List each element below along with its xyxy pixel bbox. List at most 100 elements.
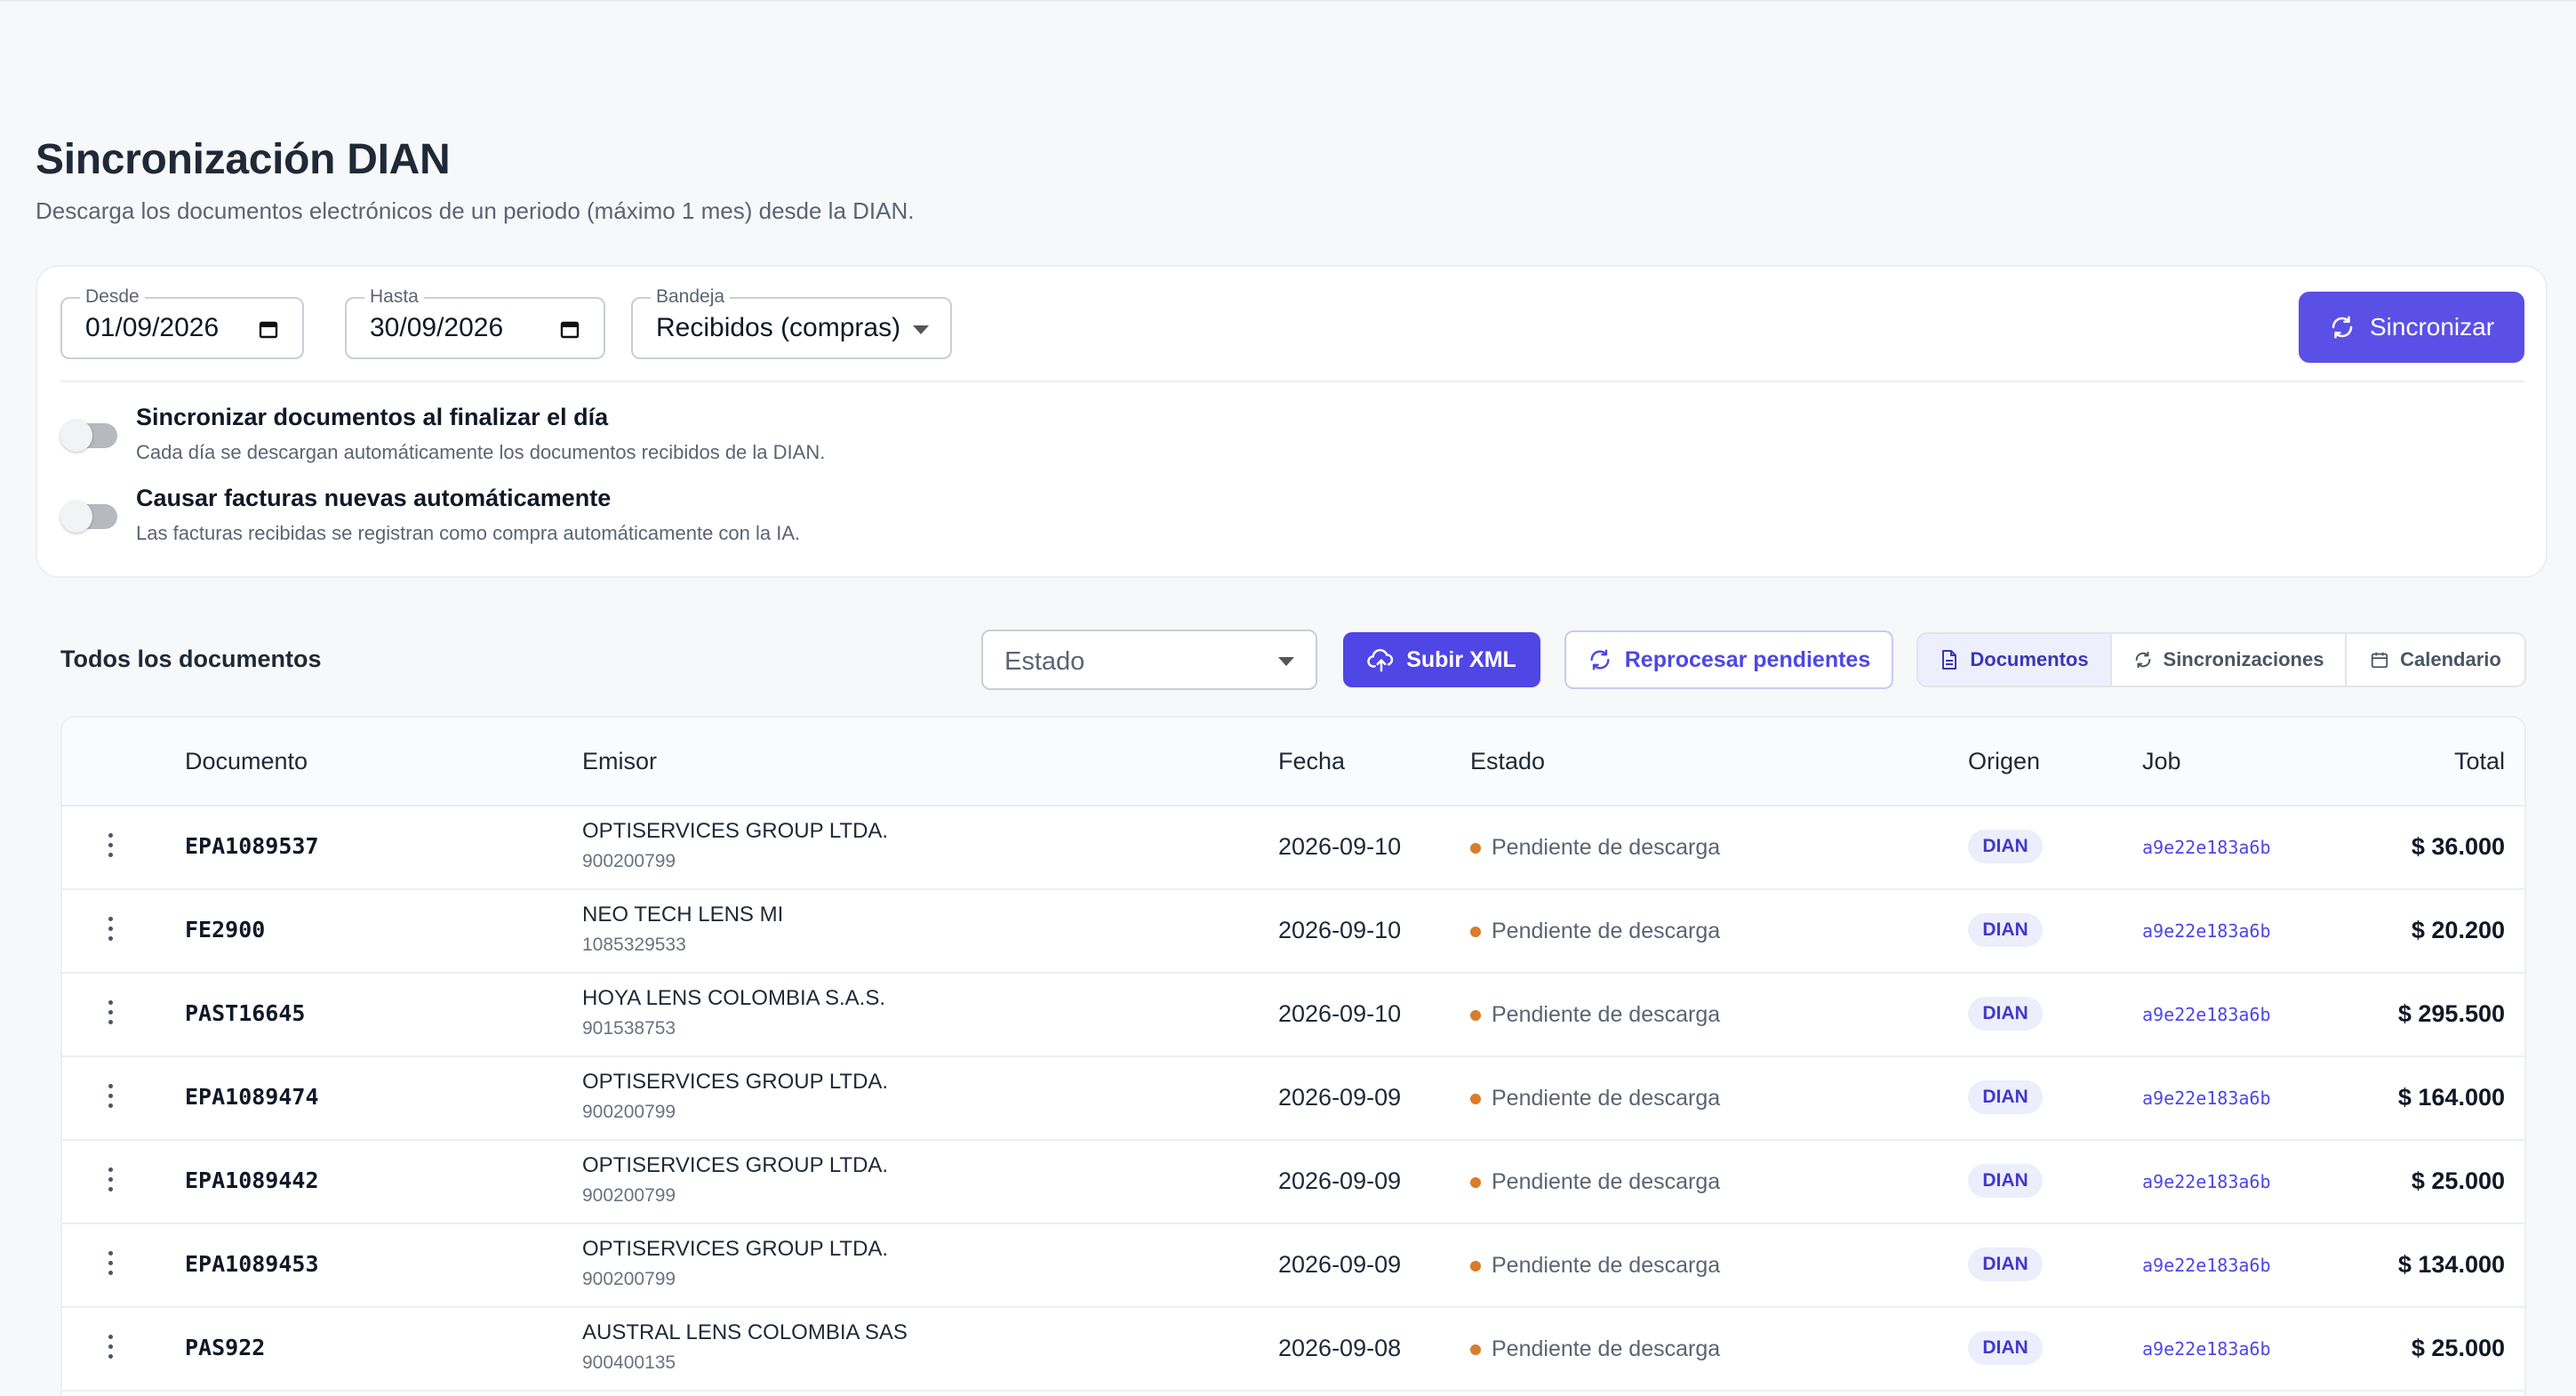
cell-estado: Pendiente de descarga <box>1470 1336 1720 1362</box>
cell-nit: 900200799 <box>582 1185 676 1206</box>
bandeja-value: Recibidos (compras) <box>656 313 901 342</box>
table-row[interactable]: EPA1089537 OPTISERVICES GROUP LTDA. 9002… <box>62 806 2524 890</box>
status-dot <box>1470 926 1481 937</box>
more-actions-icon[interactable] <box>105 1335 116 1363</box>
cell-documento: FE2900 <box>185 917 266 943</box>
more-actions-icon[interactable] <box>105 833 116 862</box>
estado-filter-select[interactable]: Estado <box>981 630 1317 690</box>
bandeja-select[interactable]: Bandeja Recibidos (compras) <box>631 286 952 359</box>
table-row[interactable]: EPA1089474 OPTISERVICES GROUP LTDA. 9002… <box>62 1057 2524 1141</box>
option-daily-sync-title: Sincronizar documentos al finalizar el d… <box>136 404 609 430</box>
calendar-picker-icon[interactable] <box>258 318 279 340</box>
origin-badge: DIAN <box>1968 1331 2043 1365</box>
section-title: Todos los documentos <box>60 646 322 672</box>
desde-label: Desde <box>80 286 145 308</box>
cell-nit: 900400135 <box>582 1352 676 1373</box>
more-actions-icon[interactable] <box>105 1084 116 1112</box>
hasta-label: Hasta <box>364 286 424 308</box>
more-actions-icon[interactable] <box>105 1000 116 1029</box>
cell-emisor: OPTISERVICES GROUP LTDA. <box>582 1070 889 1094</box>
sync-button[interactable]: Sincronizar <box>2299 292 2524 363</box>
desde-date-input[interactable]: Desde 01/09/2026 <box>60 286 304 359</box>
job-link[interactable]: a9e22e183a6b <box>2142 1087 2271 1109</box>
refresh-icon <box>2332 316 2353 339</box>
toggle-knob <box>60 420 92 452</box>
calendar-picker-icon[interactable] <box>559 318 580 340</box>
page-title: Sincronización DIAN <box>36 136 451 183</box>
job-link[interactable]: a9e22e183a6b <box>2142 920 2271 942</box>
origin-badge: DIAN <box>1968 1248 2043 1281</box>
col-fecha: Fecha <box>1278 748 1346 774</box>
status-text: Pendiente de descarga <box>1492 835 1721 860</box>
job-link[interactable]: a9e22e183a6b <box>2142 837 2271 858</box>
estado-placeholder: Estado <box>1004 647 1085 676</box>
cell-documento: PAST16645 <box>185 1000 306 1026</box>
tab-sincronizaciones[interactable]: Sincronizaciones <box>2112 634 2347 686</box>
toggle-auto-cause[interactable] <box>60 501 117 533</box>
tab-documentos-label: Documentos <box>1970 648 2089 670</box>
cell-nit: 900200799 <box>582 1102 676 1122</box>
status-text: Pendiente de descarga <box>1492 1253 1721 1278</box>
cell-fecha: 2026-09-10 <box>1278 1000 1402 1027</box>
desde-value: 01/09/2026 <box>85 313 220 342</box>
documents-table: Documento Emisor Fecha Estado Origen Job… <box>60 716 2526 1396</box>
toggle-daily-sync[interactable] <box>60 420 117 452</box>
cell-emisor: OPTISERVICES GROUP LTDA. <box>582 1237 889 1261</box>
option-auto-cause-desc: Las facturas recibidas se registran como… <box>136 522 801 544</box>
table-row[interactable]: EPA1089442 OPTISERVICES GROUP LTDA. 9002… <box>62 1141 2524 1224</box>
document-icon <box>1942 650 1957 670</box>
cell-estado: Pendiente de descarga <box>1470 919 1720 944</box>
origin-badge: DIAN <box>1968 913 2043 947</box>
col-job: Job <box>2142 748 2181 774</box>
cell-estado: Pendiente de descarga <box>1470 1253 1720 1279</box>
cell-fecha: 2026-09-09 <box>1278 1167 1402 1194</box>
more-actions-icon[interactable] <box>105 1167 116 1196</box>
cell-fecha: 2026-09-10 <box>1278 917 1402 943</box>
cell-fecha: 2026-09-09 <box>1278 1251 1402 1278</box>
status-text: Pendiente de descarga <box>1492 1086 1721 1111</box>
status-text: Pendiente de descarga <box>1492 1336 1721 1361</box>
cell-fecha: 2026-09-10 <box>1278 833 1402 860</box>
chevron-down-icon <box>913 325 929 334</box>
upload-xml-button[interactable]: Subir XML <box>1343 632 1540 687</box>
cell-total: $ 134.000 <box>2397 1251 2505 1278</box>
table-row[interactable]: PAST16645 HOYA LENS COLOMBIA S.A.S. 9015… <box>62 974 2524 1057</box>
reprocess-pending-button[interactable]: Reprocesar pendientes <box>1564 630 1893 689</box>
more-actions-icon[interactable] <box>105 917 116 945</box>
bandeja-label: Bandeja <box>651 286 731 308</box>
origin-badge: DIAN <box>1968 830 2043 863</box>
cell-documento: EPA1089474 <box>185 1084 319 1110</box>
job-link[interactable]: a9e22e183a6b <box>2142 1255 2271 1276</box>
job-link[interactable]: a9e22e183a6b <box>2142 1338 2271 1360</box>
cell-emisor: OPTISERVICES GROUP LTDA. <box>582 819 889 843</box>
cell-nit: 900200799 <box>582 1269 676 1289</box>
col-documento: Documento <box>185 748 308 774</box>
status-text: Pendiente de descarga <box>1492 919 1721 943</box>
col-total: Total <box>2453 748 2505 774</box>
table-row[interactable]: FE2900 NEO TECH LENS MI 1085329533 2026-… <box>62 890 2524 974</box>
cell-total: $ 36.000 <box>2411 833 2505 860</box>
cell-nit: 901538753 <box>582 1018 676 1039</box>
job-link[interactable]: a9e22e183a6b <box>2142 1004 2271 1025</box>
status-dot <box>1470 1176 1481 1188</box>
table-row[interactable]: EPA1089453 OPTISERVICES GROUP LTDA. 9002… <box>62 1224 2524 1308</box>
cell-documento: EPA1089537 <box>185 833 319 859</box>
cell-documento: EPA1089442 <box>185 1167 319 1193</box>
status-dot <box>1470 1344 1481 1355</box>
cell-nit: 1085329533 <box>582 935 686 955</box>
status-text: Pendiente de descarga <box>1492 1002 1721 1027</box>
table-row[interactable]: PAS922 AUSTRAL LENS COLOMBIA SAS 9004001… <box>62 1308 2524 1392</box>
hasta-date-input[interactable]: Hasta 30/09/2026 <box>345 286 605 359</box>
job-link[interactable]: a9e22e183a6b <box>2142 1171 2271 1192</box>
cell-estado: Pendiente de descarga <box>1470 835 1720 861</box>
status-dot <box>1470 1260 1481 1272</box>
upload-xml-label: Subir XML <box>1406 646 1516 672</box>
tab-calendario[interactable]: Calendario <box>2347 634 2524 686</box>
tab-documentos[interactable]: Documentos <box>1918 634 2112 686</box>
status-dot <box>1470 1009 1481 1021</box>
more-actions-icon[interactable] <box>105 1251 116 1280</box>
cell-emisor: NEO TECH LENS MI <box>582 903 784 927</box>
cell-estado: Pendiente de descarga <box>1470 1169 1720 1195</box>
col-origen: Origen <box>1968 748 2041 774</box>
hasta-value: 30/09/2026 <box>370 313 504 342</box>
